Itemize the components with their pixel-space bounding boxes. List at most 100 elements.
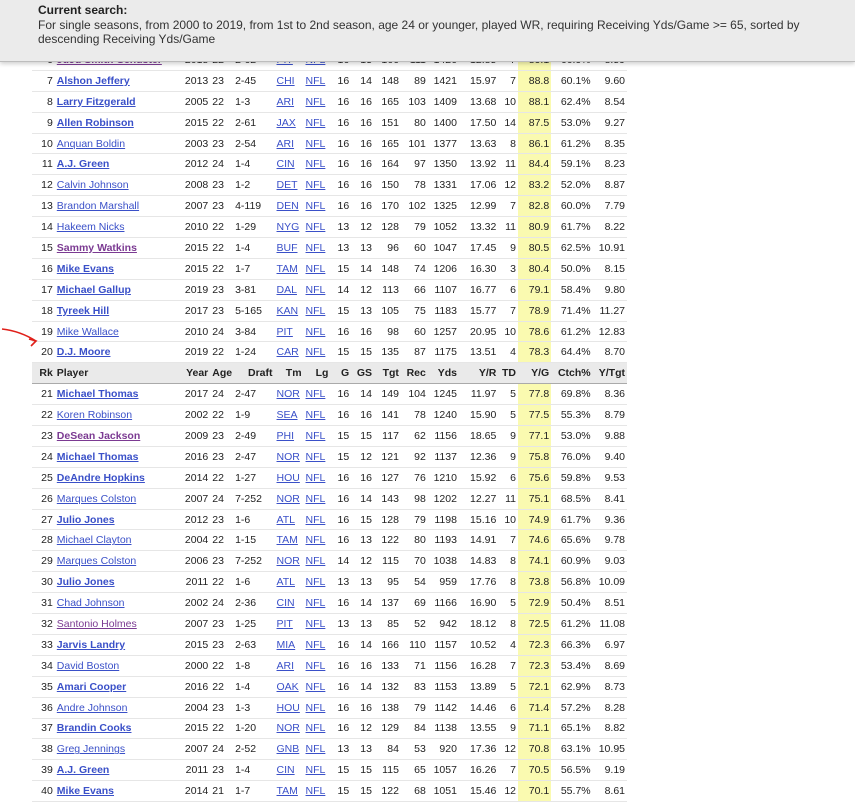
league-link[interactable]: NFL: [306, 681, 326, 693]
league-link[interactable]: NFL: [306, 96, 326, 108]
player-link[interactable]: Greg Jennings: [57, 743, 125, 755]
player-link[interactable]: Michael Thomas: [57, 388, 139, 400]
player-link[interactable]: A.J. Green: [57, 158, 110, 170]
player-link[interactable]: DeSean Jackson: [57, 430, 140, 442]
column-header-age[interactable]: Age: [210, 362, 234, 385]
league-link[interactable]: NFL: [306, 117, 326, 129]
player-link[interactable]: Jarvis Landry: [57, 639, 125, 651]
player-link[interactable]: Marques Colston: [57, 555, 136, 567]
league-link[interactable]: NFL: [306, 618, 326, 630]
team-link[interactable]: CAR: [277, 346, 299, 358]
player-link[interactable]: Andre Johnson: [57, 702, 128, 714]
column-header-rank[interactable]: Rk: [32, 362, 55, 385]
player-link[interactable]: David Boston: [57, 660, 119, 672]
player-link[interactable]: Michael Clayton: [57, 534, 132, 546]
player-link[interactable]: Mike Evans: [57, 263, 114, 275]
team-link[interactable]: CIN: [277, 764, 295, 776]
league-link[interactable]: NFL: [306, 472, 326, 484]
player-link[interactable]: Amari Cooper: [57, 681, 126, 693]
column-header-player[interactable]: Player: [54, 362, 178, 385]
league-link[interactable]: NFL: [306, 158, 326, 170]
team-link[interactable]: NOR: [277, 493, 300, 505]
league-link[interactable]: NFL: [306, 493, 326, 505]
column-header-games-started[interactable]: GS: [351, 362, 374, 385]
column-header-league[interactable]: Lg: [303, 362, 331, 385]
team-link[interactable]: SEA: [277, 409, 298, 421]
player-link[interactable]: Chad Johnson: [57, 597, 125, 609]
team-link[interactable]: CHI: [277, 75, 295, 87]
team-link[interactable]: HOU: [277, 702, 300, 714]
team-link[interactable]: HOU: [277, 472, 300, 484]
league-link[interactable]: NFL: [306, 409, 326, 421]
player-link[interactable]: Anquan Boldin: [57, 138, 125, 150]
team-link[interactable]: TAM: [277, 534, 298, 546]
team-link[interactable]: ARI: [277, 660, 295, 672]
team-link[interactable]: JAX: [277, 117, 296, 129]
league-link[interactable]: NFL: [306, 702, 326, 714]
player-link[interactable]: Mike Evans: [57, 785, 114, 797]
team-link[interactable]: DET: [277, 179, 298, 191]
team-link[interactable]: TAM: [277, 785, 298, 797]
league-link[interactable]: NFL: [306, 660, 326, 672]
player-link[interactable]: Koren Robinson: [57, 409, 132, 421]
column-header-catch-pct[interactable]: Ctch%: [551, 362, 593, 385]
league-link[interactable]: NFL: [306, 514, 326, 526]
team-link[interactable]: PHI: [277, 430, 295, 442]
column-header-yards-per-target[interactable]: Y/Tgt: [592, 362, 627, 385]
column-header-yards-per-rec[interactable]: Y/R: [458, 362, 499, 385]
column-header-games[interactable]: G: [330, 362, 352, 385]
league-link[interactable]: NFL: [306, 764, 326, 776]
column-header-receptions[interactable]: Rec: [400, 362, 428, 385]
team-link[interactable]: CIN: [277, 158, 295, 170]
player-link[interactable]: Hakeem Nicks: [57, 221, 125, 233]
player-link[interactable]: Allen Robinson: [57, 117, 134, 129]
column-header-year[interactable]: Year: [177, 362, 211, 385]
player-link[interactable]: Mike Wallace: [57, 326, 119, 338]
team-link[interactable]: TAM: [277, 263, 298, 275]
league-link[interactable]: NFL: [306, 743, 326, 755]
player-link[interactable]: Brandon Marshall: [57, 200, 139, 212]
player-link[interactable]: Larry Fitzgerald: [57, 96, 136, 108]
player-link[interactable]: Michael Gallup: [57, 284, 131, 296]
league-link[interactable]: NFL: [306, 555, 326, 567]
league-link[interactable]: NFL: [306, 388, 326, 400]
column-header-targets[interactable]: Tgt: [373, 362, 401, 385]
team-link[interactable]: GNB: [277, 743, 300, 755]
player-link[interactable]: Julio Jones: [57, 514, 115, 526]
league-link[interactable]: NFL: [306, 75, 326, 87]
player-link[interactable]: A.J. Green: [57, 764, 110, 776]
team-link[interactable]: BUF: [277, 242, 298, 254]
team-link[interactable]: KAN: [277, 305, 299, 317]
team-link[interactable]: DEN: [277, 200, 299, 212]
player-link[interactable]: DeAndre Hopkins: [57, 472, 145, 484]
league-link[interactable]: NFL: [306, 722, 326, 734]
column-header-team[interactable]: Tm: [274, 362, 304, 385]
column-header-yards[interactable]: Yds: [427, 362, 459, 385]
team-link[interactable]: NOR: [277, 722, 300, 734]
player-link[interactable]: D.J. Moore: [57, 346, 111, 358]
team-link[interactable]: OAK: [277, 681, 299, 693]
league-link[interactable]: NFL: [306, 138, 326, 150]
team-link[interactable]: PIT: [277, 326, 293, 338]
team-link[interactable]: MIA: [277, 639, 296, 651]
team-link[interactable]: PIT: [277, 618, 293, 630]
league-link[interactable]: NFL: [306, 576, 326, 588]
league-link[interactable]: NFL: [306, 263, 326, 275]
player-link[interactable]: Julio Jones: [57, 576, 115, 588]
player-link[interactable]: Calvin Johnson: [57, 179, 129, 191]
league-link[interactable]: NFL: [306, 451, 326, 463]
league-link[interactable]: NFL: [306, 200, 326, 212]
team-link[interactable]: CIN: [277, 597, 295, 609]
column-header-td[interactable]: TD: [498, 362, 519, 385]
column-header-draft[interactable]: Draft: [233, 362, 275, 385]
player-link[interactable]: Brandin Cooks: [57, 722, 132, 734]
league-link[interactable]: NFL: [306, 326, 326, 338]
league-link[interactable]: NFL: [306, 284, 326, 296]
player-link[interactable]: Alshon Jeffery: [57, 75, 130, 87]
team-link[interactable]: NOR: [277, 451, 300, 463]
league-link[interactable]: NFL: [306, 179, 326, 191]
team-link[interactable]: ATL: [277, 576, 295, 588]
league-link[interactable]: NFL: [306, 597, 326, 609]
team-link[interactable]: DAL: [277, 284, 297, 296]
league-link[interactable]: NFL: [306, 305, 326, 317]
